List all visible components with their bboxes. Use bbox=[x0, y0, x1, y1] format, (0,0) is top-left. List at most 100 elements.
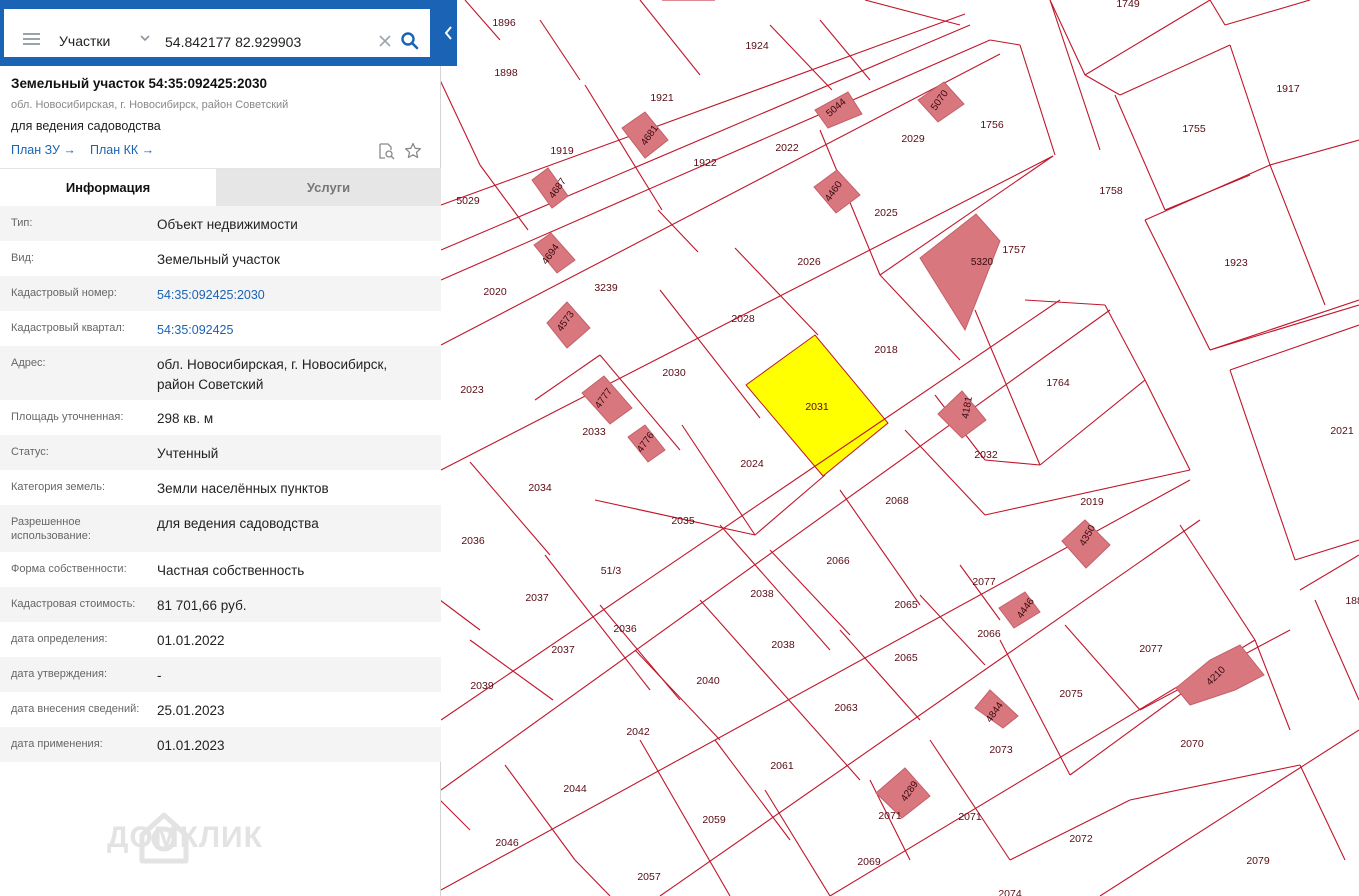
parcel-number-label: 1923 bbox=[1224, 257, 1248, 269]
info-row-label: Статус: bbox=[11, 446, 49, 458]
parcel-number-label: 51/3 bbox=[601, 565, 622, 577]
plan-zu-link[interactable]: План ЗУ → bbox=[11, 143, 76, 157]
parcel-number-label: 2036 bbox=[613, 623, 637, 635]
info-row-label: Категория земель: bbox=[11, 481, 106, 493]
info-row: Форма собственности: Частная собственност… bbox=[0, 552, 441, 587]
parcel-number-label: 2059 bbox=[702, 814, 726, 826]
parcel-boundary bbox=[639, 0, 701, 76]
info-row: Разрешенное использование: для ведения са… bbox=[0, 505, 441, 552]
parcel-boundary bbox=[1009, 799, 1131, 861]
parcel-number-label: 1919 bbox=[550, 145, 574, 157]
parcel-boundary bbox=[439, 799, 471, 831]
tab-services[interactable]: Услуги bbox=[216, 169, 441, 207]
parcel-number-label: 1887 bbox=[1345, 595, 1359, 607]
parcel-boundary bbox=[959, 564, 1001, 621]
parcel-boundary bbox=[659, 289, 761, 419]
info-row-value[interactable]: 54:35:092425:2030 bbox=[157, 285, 422, 305]
info-row-label: Кадастровый квартал: bbox=[11, 322, 125, 334]
parcel-boundary bbox=[1129, 764, 1301, 801]
parcel-number-label: 2021 bbox=[1330, 425, 1354, 437]
search-bar: Участки bbox=[0, 0, 457, 66]
parcel-boundary bbox=[1314, 599, 1359, 701]
parcel-number-label: 2044 bbox=[563, 783, 587, 795]
info-row-value: Земли населённых пунктов bbox=[157, 481, 329, 496]
coordinates-search-input[interactable] bbox=[161, 28, 379, 56]
parcel-boundary bbox=[659, 519, 1201, 896]
info-row-value: - bbox=[157, 668, 162, 683]
parcel-boundary bbox=[439, 599, 481, 631]
parcel-number-label: 1764 bbox=[1046, 377, 1070, 389]
info-row-label: дата определения: bbox=[11, 633, 108, 645]
parcel-number-label: 2030 bbox=[662, 367, 686, 379]
parcel-boundary bbox=[1209, 304, 1359, 351]
layer-select[interactable]: Участки bbox=[59, 33, 110, 49]
parcel-boundary bbox=[1254, 639, 1291, 731]
parcel-boundary bbox=[1269, 139, 1359, 166]
parcel-boundary bbox=[440, 53, 1001, 346]
parcel-number-label: 1756 bbox=[980, 119, 1004, 131]
document-search-icon[interactable] bbox=[377, 142, 395, 160]
parcel-boundary bbox=[1144, 164, 1271, 221]
parcel-number-label: 2036 bbox=[461, 535, 485, 547]
chevron-down-icon[interactable] bbox=[139, 31, 151, 45]
parcel-number-label: 2066 bbox=[977, 628, 1001, 640]
plan-kk-link[interactable]: План КК → bbox=[90, 143, 154, 157]
parcel-boundary bbox=[754, 474, 826, 536]
parcel-number-label: 2022 bbox=[775, 142, 799, 154]
info-row: дата утверждения: - bbox=[0, 657, 441, 692]
parcel-boundary bbox=[989, 39, 1021, 46]
parcel-number-label: 2023 bbox=[460, 384, 484, 396]
parcel-boundary bbox=[984, 469, 1191, 516]
parcel-boundary bbox=[1104, 304, 1146, 381]
info-row-value: Объект недвижимости bbox=[157, 217, 298, 232]
parcel-number-label: 1898 bbox=[494, 67, 518, 79]
parcel-number-label: 2042 bbox=[626, 726, 650, 738]
parcel-boundary bbox=[929, 739, 1011, 861]
parcel-number-label: 2065 bbox=[894, 599, 918, 611]
parcel-number-label: 2074 bbox=[998, 888, 1022, 896]
star-icon[interactable] bbox=[404, 142, 422, 160]
parcel-number-label: 2037 bbox=[525, 592, 549, 604]
close-icon[interactable] bbox=[378, 34, 392, 48]
info-row-value: Частная собственность bbox=[157, 563, 305, 578]
parcel-boundary bbox=[1024, 299, 1106, 306]
parcel-number-label: 2070 bbox=[1180, 738, 1204, 750]
parcel-number-label: 2061 bbox=[770, 760, 794, 772]
parcel-boundary bbox=[839, 489, 921, 606]
parcel-number-label: 2024 bbox=[740, 458, 764, 470]
menu-icon[interactable] bbox=[23, 33, 40, 45]
info-row: Тип: Объект недвижимости bbox=[0, 206, 441, 241]
info-row: дата применения: 01.01.2023 bbox=[0, 727, 441, 762]
parcel-use: для ведения садоводства bbox=[11, 119, 161, 133]
parcel-number-label: 2039 bbox=[470, 680, 494, 692]
info-row-value: 01.01.2022 bbox=[157, 633, 225, 648]
parcel-boundary bbox=[1049, 0, 1101, 151]
tab-information[interactable]: Информация bbox=[0, 169, 216, 207]
parcel-boundary bbox=[1119, 44, 1231, 96]
info-panel: Участки Земельный участок 54:35:092425:2… bbox=[0, 0, 457, 896]
parcel-number-label: 1755 bbox=[1182, 123, 1206, 135]
parcel-address: обл. Новосибирская, г. Новосибирск, райо… bbox=[11, 99, 289, 111]
search-icon[interactable] bbox=[400, 31, 420, 51]
parcel-number-label: 2032 bbox=[974, 449, 998, 461]
parcel-number-label: 2026 bbox=[797, 256, 821, 268]
info-row-label: Адрес: bbox=[11, 357, 46, 369]
parcel-number-label: 2069 bbox=[857, 856, 881, 868]
parcel-boundary bbox=[1229, 369, 1296, 561]
info-row-label: Вид: bbox=[11, 252, 34, 264]
parcel-number-label: 2038 bbox=[750, 588, 774, 600]
parcel-number-label: 2033 bbox=[582, 426, 606, 438]
parcel-boundary bbox=[479, 164, 529, 231]
parcel-number-label: 1758 bbox=[1099, 185, 1123, 197]
parcel-number-label: 2020 bbox=[483, 286, 507, 298]
parcel-boundary bbox=[864, 0, 961, 26]
parcel-boundary bbox=[1229, 324, 1359, 371]
parcel-number-label: 2077 bbox=[972, 576, 996, 588]
parcel-boundary bbox=[440, 13, 966, 206]
info-row: Адрес: обл. Новосибирская, г. Новосибирск… bbox=[0, 346, 441, 400]
info-row-label: Разрешенное использование: bbox=[11, 516, 91, 542]
info-row-value: Учтенный bbox=[157, 446, 219, 461]
collapse-panel-icon[interactable] bbox=[441, 18, 457, 48]
info-row: Вид: Земельный участок bbox=[0, 241, 441, 276]
info-row-value[interactable]: 54:35:092425 bbox=[157, 320, 422, 340]
